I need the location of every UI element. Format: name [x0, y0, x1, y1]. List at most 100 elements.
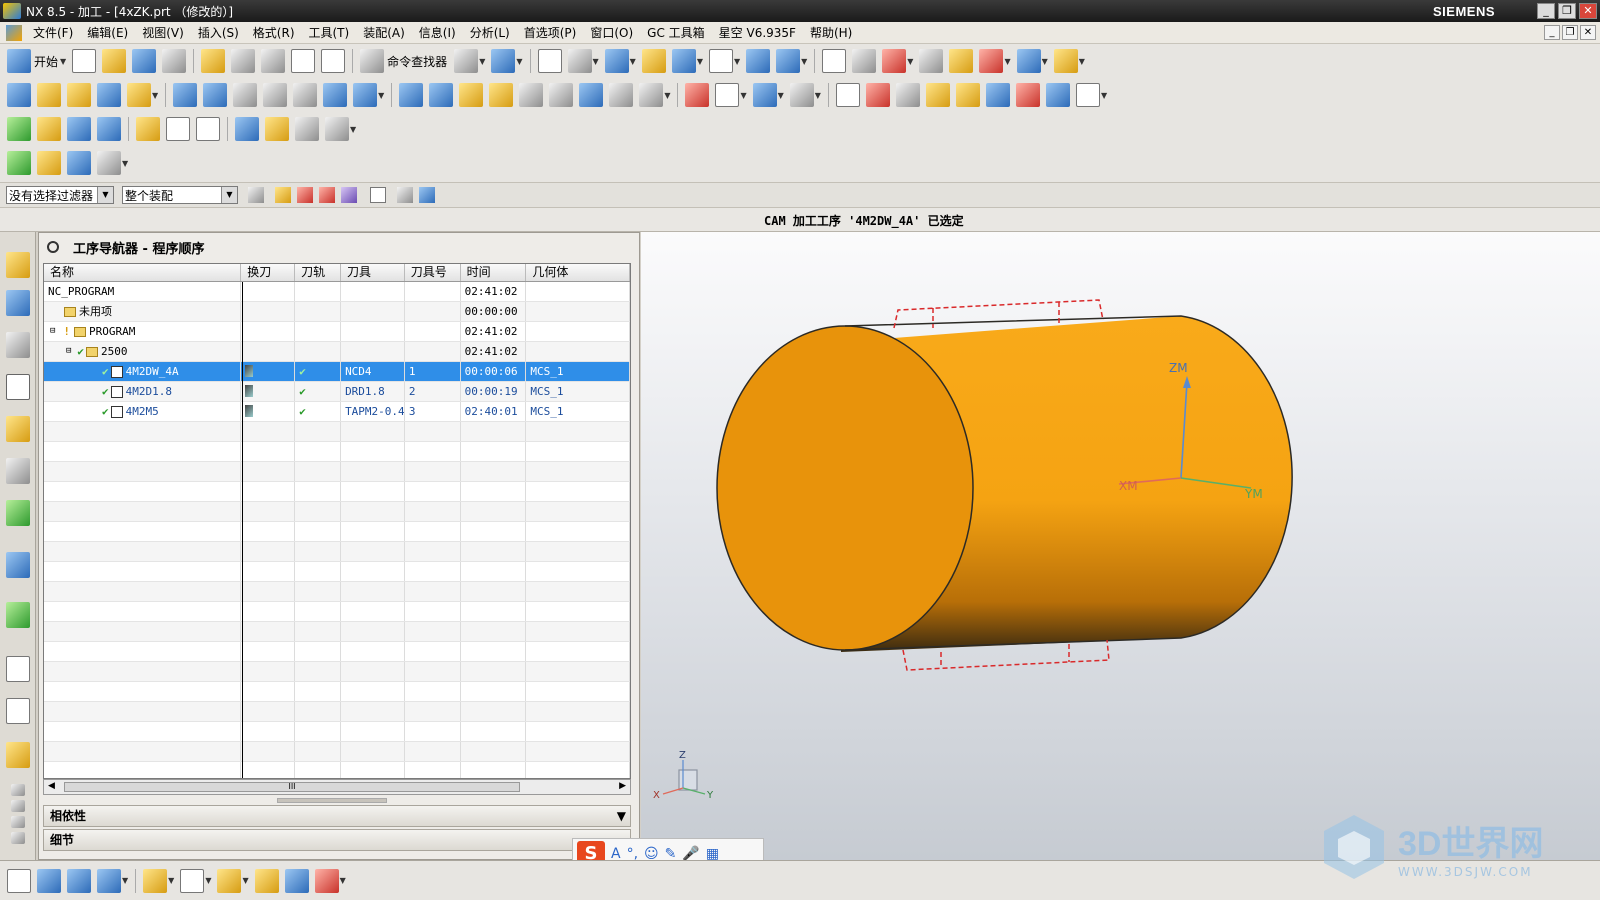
selection-icon[interactable] [454, 49, 479, 73]
column-header[interactable]: 时间 [461, 264, 527, 281]
history-icon[interactable] [6, 602, 30, 628]
object-info-icon[interactable] [235, 117, 259, 141]
dropdown-icon[interactable]: ▼ [907, 57, 913, 66]
view-triad-icon[interactable] [397, 187, 413, 203]
check-icon[interactable] [895, 83, 920, 107]
datum-csys-icon[interactable] [882, 49, 907, 73]
chevron-down-icon[interactable]: ▼ [97, 187, 113, 203]
binoculars-icon[interactable] [360, 49, 385, 73]
start-icon[interactable] [7, 49, 31, 73]
ruler-icon[interactable] [1053, 49, 1078, 73]
rectangle-select-icon[interactable] [370, 187, 386, 203]
scroll-down-icon[interactable] [11, 832, 25, 844]
dropdown-icon[interactable]: ▼ [1079, 57, 1085, 66]
shaded-view-icon[interactable] [604, 49, 629, 73]
highlight-icon[interactable] [341, 187, 357, 203]
snap-view-icon[interactable] [7, 868, 31, 893]
close-button[interactable]: ✕ [1579, 3, 1597, 19]
path-edit-icon[interactable] [715, 83, 740, 107]
table-icon[interactable] [67, 151, 91, 175]
menu-view[interactable]: 视图(V) [135, 24, 191, 41]
rotate-icon[interactable] [776, 49, 801, 73]
dropdown-icon[interactable]: ▼ [378, 91, 384, 100]
web-browser-icon[interactable] [6, 552, 30, 578]
postprocess-icon[interactable] [549, 83, 574, 107]
pin-icon[interactable] [47, 241, 59, 253]
print-icon[interactable] [162, 49, 187, 73]
cut-icon[interactable] [201, 49, 226, 73]
group-icon[interactable] [67, 868, 91, 893]
cutter-icon[interactable] [37, 151, 61, 175]
assembly-icon[interactable] [1045, 83, 1070, 107]
section-view-icon[interactable] [641, 49, 666, 73]
arrow-icon[interactable] [97, 151, 121, 175]
search-icon[interactable] [955, 83, 980, 107]
details-panel[interactable]: 细节 [43, 829, 631, 851]
column-header[interactable]: 刀轨 [295, 264, 341, 281]
reset-filter-icon[interactable] [248, 187, 264, 203]
column-header[interactable]: 名称 [44, 264, 242, 281]
dropdown-icon[interactable]: ▼ [1042, 57, 1048, 66]
background-icon[interactable] [708, 49, 733, 73]
roles-icon[interactable] [6, 500, 30, 526]
constraint-navigator-icon[interactable] [6, 290, 30, 316]
new-file-icon[interactable] [72, 49, 97, 73]
scroll-up-icon[interactable] [11, 784, 25, 796]
dropdown-icon[interactable]: ▼ [815, 91, 821, 100]
selection-intent-icon[interactable] [319, 187, 335, 203]
column-header[interactable]: 换刀 [241, 264, 296, 281]
reuse-library-icon[interactable] [6, 458, 30, 484]
type-filter-select[interactable]: 没有选择过滤器 ▼ [6, 186, 114, 204]
op-group-icon[interactable] [67, 117, 91, 141]
snap-icon[interactable] [275, 187, 291, 203]
scroll-down-icon[interactable] [11, 816, 25, 828]
dropdown-icon[interactable]: ▼ [740, 91, 746, 100]
settings-icon[interactable] [325, 117, 349, 141]
point-snap-icon[interactable] [297, 187, 313, 203]
restore-button[interactable]: ❐ [1558, 3, 1576, 19]
part-view[interactable]: ZM XM YM Z X Y [641, 232, 1600, 860]
geometry-view-icon[interactable] [233, 83, 258, 107]
tree-icon[interactable] [37, 868, 61, 893]
create-method-icon[interactable] [97, 83, 121, 107]
wrench-icon[interactable] [949, 49, 974, 73]
assembly-navigator-icon[interactable] [6, 252, 30, 278]
command-finder-button[interactable]: 命令查找器 [387, 53, 447, 70]
scroll-up-icon[interactable] [11, 800, 25, 812]
output-cls-icon[interactable] [609, 83, 634, 107]
layer-settings-icon[interactable] [822, 49, 847, 73]
chevron-down-icon[interactable]: ▼ [617, 806, 626, 826]
open-folder-icon[interactable] [102, 49, 127, 73]
layout-icon[interactable] [567, 49, 592, 73]
ipw-icon[interactable] [865, 83, 890, 107]
menu-gc-toolbox[interactable]: GC 工具箱 [640, 24, 712, 41]
menu-analysis[interactable]: 分析(L) [463, 24, 517, 41]
shop-docs-icon[interactable] [579, 83, 604, 107]
dropdown-icon[interactable]: ▼ [778, 91, 784, 100]
dropdown-icon[interactable]: ▼ [697, 57, 703, 66]
generate-toolpath-icon[interactable] [399, 83, 424, 107]
scroll-right-icon[interactable]: ▶ [619, 781, 626, 791]
analysis-icon[interactable] [979, 49, 1004, 73]
box-icon[interactable] [314, 868, 339, 893]
panel-splitter[interactable] [277, 798, 387, 803]
machine-navigator-icon[interactable] [6, 416, 30, 442]
minimize-button[interactable]: _ [1537, 3, 1555, 19]
simulate-icon[interactable] [519, 83, 544, 107]
clock-icon[interactable] [6, 656, 30, 682]
orient-view-icon[interactable] [671, 49, 696, 73]
doc-close-button[interactable]: ✕ [1580, 25, 1596, 40]
list-toolpath-icon[interactable] [489, 83, 514, 107]
snap-point-icon[interactable] [919, 49, 944, 73]
plus-icon[interactable] [180, 868, 205, 893]
collapse-icon[interactable]: ⊟ [50, 322, 55, 341]
measure-icon[interactable] [491, 49, 516, 73]
batch-icon[interactable] [639, 83, 664, 107]
program-order-view-icon[interactable] [173, 83, 198, 107]
column-header[interactable]: 几何体 [526, 264, 630, 281]
table-row[interactable]: ⊟ ✔ 2500 02:41:02 [44, 342, 630, 362]
dropdown-icon[interactable]: ▼ [801, 57, 807, 66]
paste-op-icon[interactable] [353, 83, 378, 107]
graphics-window[interactable]: ZM XM YM Z X Y [641, 232, 1600, 860]
doc-restore-button[interactable]: ❐ [1562, 25, 1578, 40]
